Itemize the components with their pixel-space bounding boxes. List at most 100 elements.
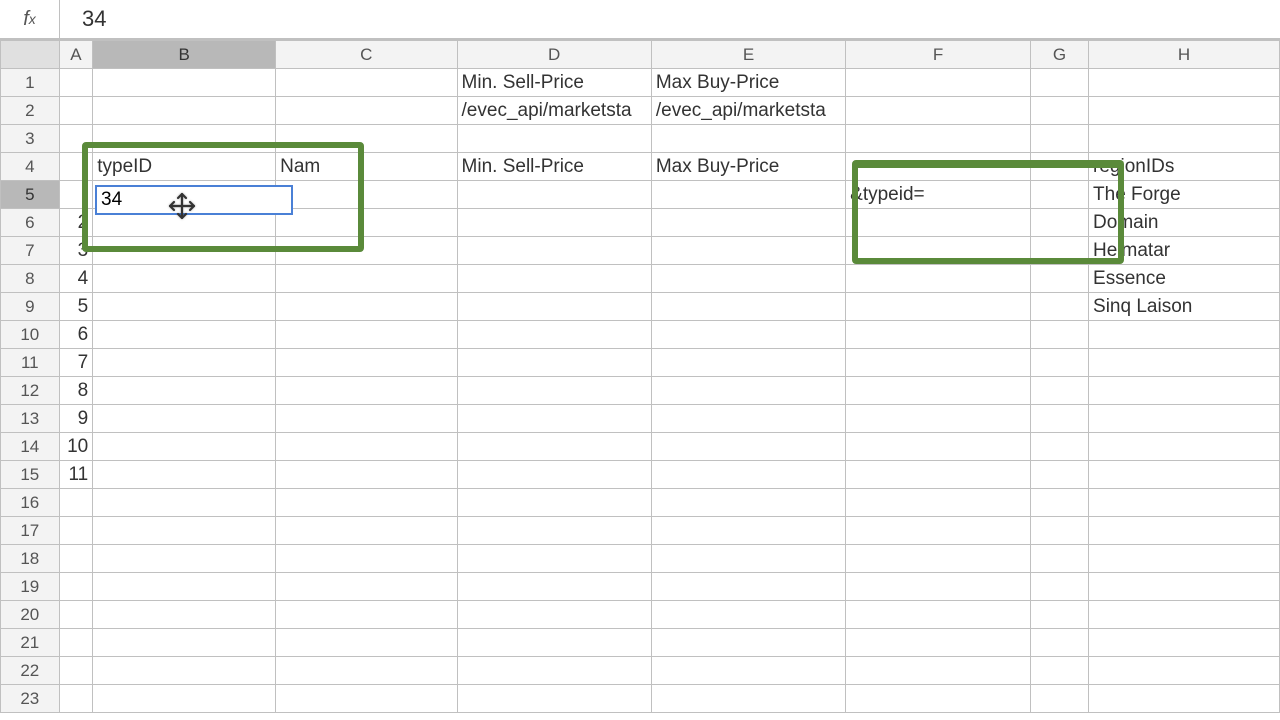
- cell-G3[interactable]: [1030, 125, 1088, 153]
- cell-D1[interactable]: Min. Sell-Price: [457, 69, 651, 97]
- cell-H19[interactable]: [1089, 573, 1280, 601]
- cell-C9[interactable]: [276, 293, 457, 321]
- cell-C19[interactable]: [276, 573, 457, 601]
- cell-C11[interactable]: [276, 349, 457, 377]
- row-header-4[interactable]: 4: [1, 153, 60, 181]
- cell-F12[interactable]: [846, 377, 1031, 405]
- cell-D2[interactable]: /evec_api/marketsta: [457, 97, 651, 125]
- cell-H16[interactable]: [1089, 489, 1280, 517]
- cell-G16[interactable]: [1030, 489, 1088, 517]
- cell-F1[interactable]: [846, 69, 1031, 97]
- cell-A20[interactable]: [59, 601, 93, 629]
- row-header-19[interactable]: 19: [1, 573, 60, 601]
- cell-E15[interactable]: [651, 461, 845, 489]
- cell-D5[interactable]: [457, 181, 651, 209]
- cell-G9[interactable]: [1030, 293, 1088, 321]
- cell-D3[interactable]: [457, 125, 651, 153]
- cell-A22[interactable]: [59, 657, 93, 685]
- cell-C6[interactable]: [276, 209, 457, 237]
- cell-B7[interactable]: [93, 237, 276, 265]
- row-header-20[interactable]: 20: [1, 601, 60, 629]
- cell-B6[interactable]: [93, 209, 276, 237]
- cell-H1[interactable]: [1089, 69, 1280, 97]
- cell-F11[interactable]: [846, 349, 1031, 377]
- cell-G13[interactable]: [1030, 405, 1088, 433]
- cell-F21[interactable]: [846, 629, 1031, 657]
- cell-E10[interactable]: [651, 321, 845, 349]
- cell-B22[interactable]: [93, 657, 276, 685]
- cell-G14[interactable]: [1030, 433, 1088, 461]
- cell-H22[interactable]: [1089, 657, 1280, 685]
- cell-B16[interactable]: [93, 489, 276, 517]
- cell-G22[interactable]: [1030, 657, 1088, 685]
- cell-E1[interactable]: Max Buy-Price: [651, 69, 845, 97]
- cell-D12[interactable]: [457, 377, 651, 405]
- cell-C14[interactable]: [276, 433, 457, 461]
- cell-D10[interactable]: [457, 321, 651, 349]
- cell-A13[interactable]: 9: [59, 405, 93, 433]
- cell-G1[interactable]: [1030, 69, 1088, 97]
- col-header-E[interactable]: E: [651, 41, 845, 69]
- cell-C16[interactable]: [276, 489, 457, 517]
- cell-H8[interactable]: Essence: [1089, 265, 1280, 293]
- cell-B11[interactable]: [93, 349, 276, 377]
- cell-E9[interactable]: [651, 293, 845, 321]
- cell-H23[interactable]: [1089, 685, 1280, 713]
- fx-icon[interactable]: fx: [0, 0, 60, 38]
- cell-D17[interactable]: [457, 517, 651, 545]
- cell-E12[interactable]: [651, 377, 845, 405]
- cell-H3[interactable]: [1089, 125, 1280, 153]
- row-header-22[interactable]: 22: [1, 657, 60, 685]
- cell-F9[interactable]: [846, 293, 1031, 321]
- cell-B8[interactable]: [93, 265, 276, 293]
- cell-H2[interactable]: [1089, 97, 1280, 125]
- cell-G18[interactable]: [1030, 545, 1088, 573]
- cell-E16[interactable]: [651, 489, 845, 517]
- row-header-7[interactable]: 7: [1, 237, 60, 265]
- cell-E20[interactable]: [651, 601, 845, 629]
- cell-D20[interactable]: [457, 601, 651, 629]
- cell-G5[interactable]: [1030, 181, 1088, 209]
- cell-C3[interactable]: [276, 125, 457, 153]
- cell-B10[interactable]: [93, 321, 276, 349]
- cell-G8[interactable]: [1030, 265, 1088, 293]
- cell-D6[interactable]: [457, 209, 651, 237]
- formula-value[interactable]: 34: [60, 6, 106, 32]
- row-header-3[interactable]: 3: [1, 125, 60, 153]
- cell-G7[interactable]: [1030, 237, 1088, 265]
- cell-D14[interactable]: [457, 433, 651, 461]
- cell-F6[interactable]: [846, 209, 1031, 237]
- cell-D11[interactable]: [457, 349, 651, 377]
- cell-E22[interactable]: [651, 657, 845, 685]
- cell-E2[interactable]: /evec_api/marketsta: [651, 97, 845, 125]
- cell-F10[interactable]: [846, 321, 1031, 349]
- cell-B2[interactable]: [93, 97, 276, 125]
- cell-E13[interactable]: [651, 405, 845, 433]
- cell-E21[interactable]: [651, 629, 845, 657]
- cell-G10[interactable]: [1030, 321, 1088, 349]
- cell-B15[interactable]: [93, 461, 276, 489]
- cell-D16[interactable]: [457, 489, 651, 517]
- col-header-A[interactable]: A: [59, 41, 93, 69]
- cell-D4[interactable]: Min. Sell-Price: [457, 153, 651, 181]
- cell-F2[interactable]: [846, 97, 1031, 125]
- cell-A7[interactable]: 3: [59, 237, 93, 265]
- cell-B4[interactable]: typeID: [93, 153, 276, 181]
- cell-A18[interactable]: [59, 545, 93, 573]
- cell-A2[interactable]: [59, 97, 93, 125]
- cell-G12[interactable]: [1030, 377, 1088, 405]
- cell-A21[interactable]: [59, 629, 93, 657]
- cell-B14[interactable]: [93, 433, 276, 461]
- cell-E18[interactable]: [651, 545, 845, 573]
- cell-F22[interactable]: [846, 657, 1031, 685]
- cell-F8[interactable]: [846, 265, 1031, 293]
- cell-B5[interactable]: 34: [93, 181, 276, 209]
- cell-A19[interactable]: [59, 573, 93, 601]
- col-header-G[interactable]: G: [1030, 41, 1088, 69]
- cell-H10[interactable]: [1089, 321, 1280, 349]
- cell-G6[interactable]: [1030, 209, 1088, 237]
- cell-A9[interactable]: 5: [59, 293, 93, 321]
- cell-B20[interactable]: [93, 601, 276, 629]
- cell-H7[interactable]: Heimatar: [1089, 237, 1280, 265]
- cell-D8[interactable]: [457, 265, 651, 293]
